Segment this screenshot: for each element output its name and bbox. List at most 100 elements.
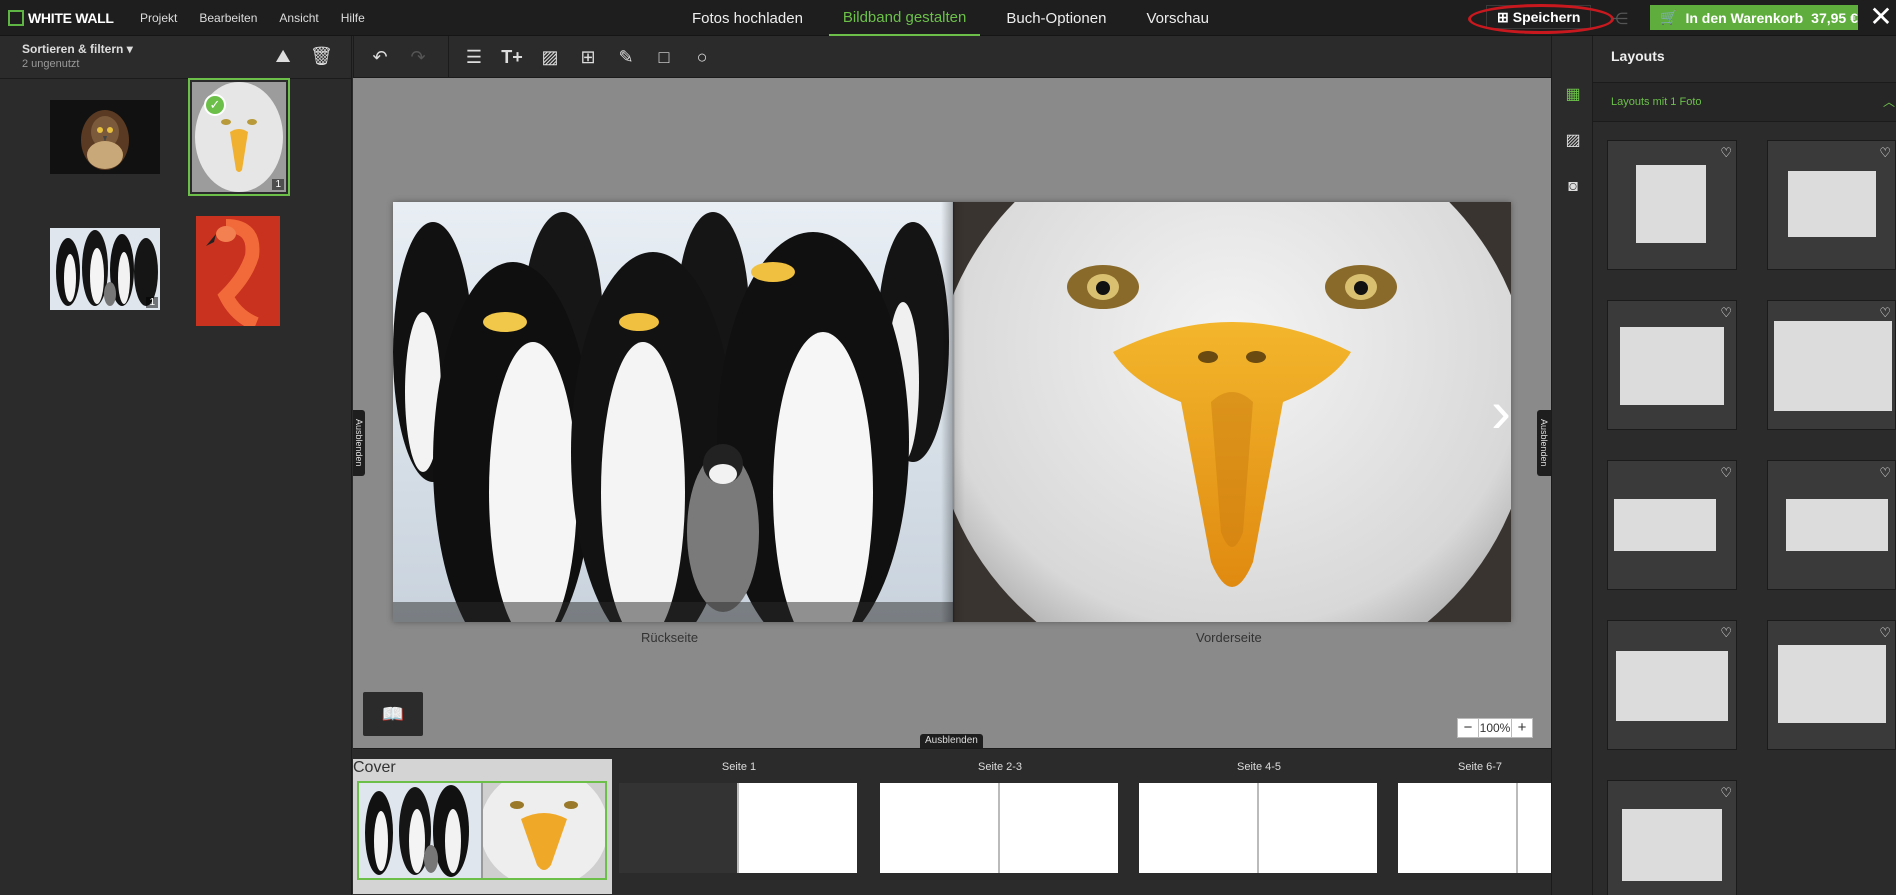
layout-option[interactable]: ♡ <box>1607 460 1737 590</box>
layout-photo-slot <box>1614 499 1716 551</box>
logo-square-icon <box>8 10 24 26</box>
add-photo-icon[interactable]: ⛰ <box>272 46 294 66</box>
book-view-button[interactable]: 📖 <box>363 692 423 736</box>
photo-panel-actions: ⛰ 🗑 <box>272 46 332 66</box>
menu-item-ansicht[interactable]: Ansicht <box>279 11 318 25</box>
step-buch-optionen[interactable]: Buch-Optionen <box>992 0 1120 36</box>
settings-sliders-icon[interactable]: ☰ <box>461 45 487 69</box>
layout-option[interactable]: ♡ <box>1607 140 1737 270</box>
filter-title: Sortieren & filtern <box>22 42 124 56</box>
filmstrip-page-thumb <box>739 783 857 873</box>
share-icon[interactable]: ⋲ <box>1612 9 1630 28</box>
filmstrip-pages <box>1139 783 1377 873</box>
layouts-tab-icon[interactable]: ▦ <box>1564 86 1582 104</box>
photo-thumb-flamingo[interactable] <box>196 216 280 331</box>
layout-option[interactable]: ♡ <box>1767 140 1896 270</box>
save-button[interactable]: ⊞ Speichern <box>1486 5 1592 29</box>
heart-icon[interactable]: ♡ <box>1720 785 1732 801</box>
heart-icon[interactable]: ♡ <box>1879 145 1891 161</box>
chevron-up-icon: ︿ <box>1883 95 1896 109</box>
menu-item-hilfe[interactable]: Hilfe <box>341 11 365 25</box>
front-cover-page[interactable] <box>953 202 1511 622</box>
step-vorschau[interactable]: Vorschau <box>1132 0 1223 36</box>
back-cover-page[interactable] <box>393 202 953 622</box>
filmstrip-item-seite-2-3[interactable]: Seite 2-3 <box>880 759 1120 884</box>
open-book-icon: 📖 <box>381 704 405 724</box>
cover-front-thumb <box>483 783 605 878</box>
filmstrip-item-seite-6-7[interactable]: Seite 6-7 <box>1398 759 1551 884</box>
zoom-value[interactable]: 100% <box>1478 719 1512 737</box>
heart-icon[interactable]: ♡ <box>1720 145 1732 161</box>
design-canvas: Ausblenden Rückseite Vorderseite › Ausbl… <box>353 78 1551 748</box>
zoom-out-button[interactable]: − <box>1458 719 1478 737</box>
app-window: WHITE WALL Projekt Bearbeiten Ansicht Hi… <box>0 0 1896 895</box>
layout-option[interactable]: ♡ <box>1767 300 1896 430</box>
photo-thumb-eagle[interactable]: ✓ 1 <box>188 78 290 196</box>
filmstrip-page-thumb <box>1000 783 1118 873</box>
hide-right-panel-tab[interactable]: Ausblenden <box>1537 410 1551 476</box>
add-text-icon[interactable]: T+ <box>499 45 525 69</box>
filmstrip-item-cover[interactable]: Cover <box>353 759 612 894</box>
back-cover-label: Rückseite <box>641 630 699 645</box>
layout-photo-slot <box>1616 651 1728 721</box>
photo-thumb-hawk[interactable] <box>50 100 160 174</box>
top-bar: WHITE WALL Projekt Bearbeiten Ansicht Hi… <box>0 0 1896 36</box>
masks-tab-icon[interactable]: ◙ <box>1564 178 1582 196</box>
filmstrip-page-thumb <box>1398 783 1516 873</box>
penguins-thumb-image <box>50 228 160 310</box>
filmstrip-page-thumb <box>1259 783 1377 873</box>
eagle-photo <box>953 202 1511 622</box>
check-icon: ✓ <box>204 94 226 116</box>
heart-icon[interactable]: ♡ <box>1720 465 1732 481</box>
redo-icon[interactable]: ↷ <box>405 45 431 69</box>
logo-text: WHITE WALL <box>28 10 114 26</box>
filmstrip-page-thumb <box>1518 783 1551 873</box>
edit-frame-icon[interactable]: ✎ <box>613 45 639 69</box>
panel-title: Layouts <box>1611 48 1665 64</box>
step-fotos-hochladen[interactable]: Fotos hochladen <box>678 0 817 36</box>
trash-icon[interactable]: 🗑 <box>310 46 333 66</box>
layout-option[interactable]: ♡ <box>1607 780 1737 895</box>
layouts-section-header[interactable]: Layouts mit 1 Foto ︿ <box>1593 82 1896 122</box>
heart-icon[interactable]: ♡ <box>1720 305 1732 321</box>
filmstrip-item-seite-4-5[interactable]: Seite 4-5 <box>1139 759 1379 884</box>
filmstrip-label: Cover <box>353 759 396 776</box>
main-menu: Projekt Bearbeiten Ansicht Hilfe <box>140 0 365 36</box>
photo-thumb-penguins[interactable]: 1 <box>50 228 160 310</box>
menu-item-projekt[interactable]: Projekt <box>140 11 177 25</box>
heart-icon[interactable]: ♡ <box>1879 465 1891 481</box>
hide-left-panel-tab[interactable]: Ausblenden <box>353 410 365 476</box>
layout-photo-slot <box>1778 645 1886 723</box>
layout-option[interactable]: ♡ <box>1767 460 1896 590</box>
section-title: Layouts mit 1 Foto <box>1611 96 1702 108</box>
backgrounds-tab-icon[interactable]: ▨ <box>1564 132 1582 150</box>
next-page-arrow-icon[interactable]: › <box>1491 372 1511 452</box>
add-frame-icon[interactable]: ⊞ <box>575 45 601 69</box>
layout-photo-slot <box>1636 165 1706 243</box>
rectangle-icon[interactable]: □ <box>651 45 677 69</box>
circle-icon[interactable]: ○ <box>689 45 715 69</box>
add-to-cart-button[interactable]: 🛒 In den Warenkorb 37,95 € <box>1650 5 1858 30</box>
undo-icon[interactable]: ↶ <box>367 45 393 69</box>
menu-item-bearbeiten[interactable]: Bearbeiten <box>199 11 257 25</box>
filmstrip-item-seite-1[interactable]: Seite 1 <box>619 759 859 884</box>
close-icon[interactable]: ✕ <box>1868 2 1894 32</box>
heart-icon[interactable]: ♡ <box>1879 305 1891 321</box>
add-image-icon[interactable]: ▨ <box>537 45 563 69</box>
heart-icon[interactable]: ♡ <box>1879 625 1891 641</box>
heart-icon[interactable]: ♡ <box>1720 625 1732 641</box>
penguins-photo <box>393 202 953 622</box>
filmstrip-pages <box>880 783 1118 873</box>
step-bildband-gestalten[interactable]: Bildband gestalten <box>828 0 981 36</box>
logo[interactable]: WHITE WALL <box>8 8 114 28</box>
zoom-in-button[interactable]: + <box>1512 719 1532 737</box>
photo-panel: Sortieren & filtern ▾ 2 ungenutzt ⛰ 🗑 ✓ … <box>0 36 352 895</box>
sort-filter-dropdown[interactable]: Sortieren & filtern ▾ 2 ungenutzt <box>22 42 133 70</box>
filmstrip-label: Seite 4-5 <box>1236 761 1282 773</box>
cover-back-thumb <box>359 783 481 878</box>
page-filmstrip: Cover Seite 1 Seite 2-3 Seite 4-5 Seite … <box>353 748 1551 895</box>
layout-option[interactable]: ♡ <box>1607 620 1737 750</box>
layout-option[interactable]: ♡ <box>1607 300 1737 430</box>
layout-option[interactable]: ♡ <box>1767 620 1896 750</box>
hide-filmstrip-tab[interactable]: Ausblenden <box>920 734 983 748</box>
